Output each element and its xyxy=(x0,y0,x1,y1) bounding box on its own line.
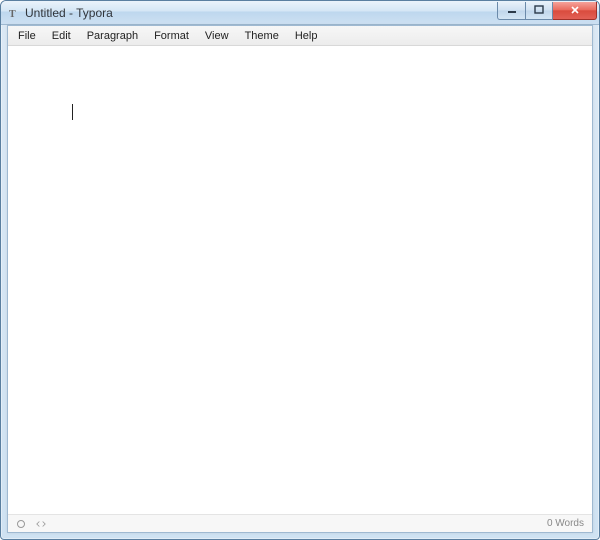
menubar: File Edit Paragraph Format View Theme He… xyxy=(8,26,592,46)
close-icon xyxy=(569,5,581,15)
maximize-button[interactable] xyxy=(525,2,553,20)
statusbar: 0 Words xyxy=(8,514,592,532)
minimize-button[interactable] xyxy=(497,2,525,20)
menu-view[interactable]: View xyxy=(197,28,237,44)
window-title: Untitled - Typora xyxy=(25,6,113,20)
sidebar-toggle-icon[interactable] xyxy=(16,519,26,529)
menu-file[interactable]: File xyxy=(10,28,44,44)
titlebar[interactable]: T Untitled - Typora xyxy=(1,1,599,25)
text-cursor xyxy=(72,104,73,120)
app-icon: T xyxy=(7,6,21,20)
menu-edit[interactable]: Edit xyxy=(44,28,79,44)
close-button[interactable] xyxy=(553,2,597,20)
editor-area[interactable] xyxy=(8,46,592,514)
menu-paragraph[interactable]: Paragraph xyxy=(79,28,146,44)
window-client-area: File Edit Paragraph Format View Theme He… xyxy=(7,25,593,533)
svg-text:T: T xyxy=(9,9,16,19)
minimize-icon xyxy=(507,5,517,15)
maximize-icon xyxy=(534,5,544,15)
window-controls xyxy=(497,2,597,20)
source-code-toggle-icon[interactable] xyxy=(36,519,46,529)
status-left xyxy=(16,519,46,529)
menu-format[interactable]: Format xyxy=(146,28,197,44)
menu-theme[interactable]: Theme xyxy=(237,28,287,44)
word-count[interactable]: 0 Words xyxy=(547,518,584,529)
app-window: T Untitled - Typora File Edit Paragraph xyxy=(0,0,600,540)
menu-help[interactable]: Help xyxy=(287,28,326,44)
